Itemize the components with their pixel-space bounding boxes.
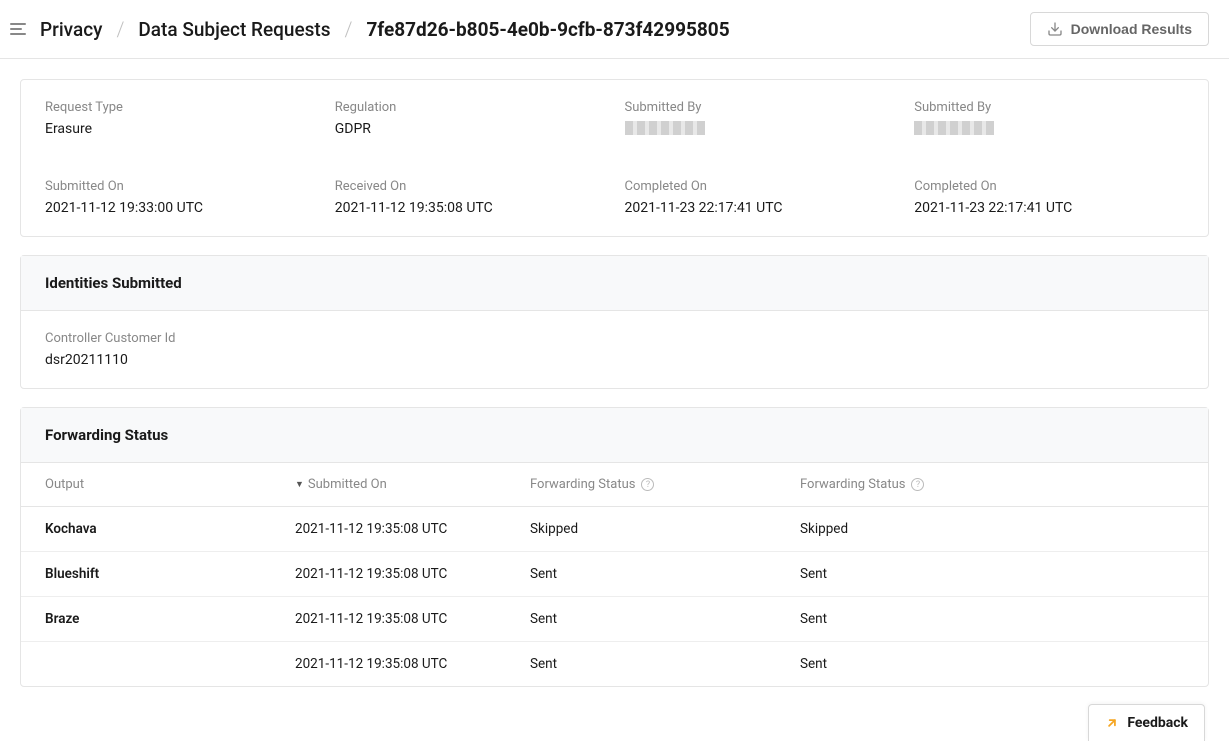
cell-status-1: Sent — [530, 611, 800, 627]
field-label: Submitted On — [45, 179, 315, 194]
cell-submitted-on: 2021-11-12 19:35:08 UTC — [295, 656, 530, 672]
download-label: Download Results — [1071, 21, 1192, 37]
field-label: Request Type — [45, 100, 315, 115]
field-value: dsr20211110 — [45, 352, 1184, 368]
detail-grid: Request Type Erasure Regulation GDPR Sub… — [45, 100, 1184, 216]
download-results-button[interactable]: Download Results — [1030, 12, 1209, 46]
th-forwarding-status-1[interactable]: Forwarding Status ? — [530, 477, 800, 492]
forwarding-panel: Forwarding Status Output ▼ Submitted On … — [20, 407, 1209, 687]
cell-status-1: Sent — [530, 656, 800, 672]
forwarding-header: Forwarding Status — [21, 408, 1208, 463]
field-value: Erasure — [45, 121, 315, 137]
table-row: Blueshift2021-11-12 19:35:08 UTCSentSent — [21, 552, 1208, 597]
field-value: 2021-11-12 19:35:08 UTC — [335, 200, 605, 216]
field-request-type: Request Type Erasure — [45, 100, 315, 139]
cell-output: Blueshift — [45, 566, 295, 582]
table-row: Braze2021-11-12 19:35:08 UTCSentSent — [21, 597, 1208, 642]
field-received-on: Received On 2021-11-12 19:35:08 UTC — [335, 179, 605, 216]
breadcrumb-current: 7fe87d26-b805-4e0b-9cfb-873f42995805 — [366, 18, 729, 41]
help-icon[interactable]: ? — [911, 478, 924, 491]
feedback-button[interactable]: Feedback — [1088, 704, 1205, 741]
download-icon — [1047, 21, 1063, 37]
cell-status-1: Skipped — [530, 521, 800, 537]
forwarding-table-header: Output ▼ Submitted On Forwarding Status … — [21, 463, 1208, 507]
identities-panel: Identities Submitted Controller Customer… — [20, 255, 1209, 389]
field-label: Completed On — [914, 179, 1184, 194]
field-completed-on-2: Completed On 2021-11-23 22:17:41 UTC — [914, 179, 1184, 216]
sort-desc-icon: ▼ — [295, 479, 304, 490]
field-label: Submitted By — [914, 100, 1184, 115]
field-value: 2021-11-23 22:17:41 UTC — [914, 200, 1184, 216]
breadcrumb-separator: / — [116, 17, 124, 41]
cell-submitted-on: 2021-11-12 19:35:08 UTC — [295, 521, 530, 537]
field-label: Controller Customer Id — [45, 331, 1184, 346]
cell-status-2: Sent — [800, 611, 1184, 627]
breadcrumb-separator: / — [345, 17, 353, 41]
breadcrumb-privacy[interactable]: Privacy — [40, 18, 102, 41]
identities-header: Identities Submitted — [21, 256, 1208, 311]
field-label: Received On — [335, 179, 605, 194]
feedback-arrow-icon — [1105, 716, 1119, 730]
cell-status-1: Sent — [530, 566, 800, 582]
field-value: 2021-11-12 19:33:00 UTC — [45, 200, 315, 216]
th-forwarding-status-2[interactable]: Forwarding Status ? — [800, 477, 1184, 492]
cell-status-2: Sent — [800, 656, 1184, 672]
field-label: Regulation — [335, 100, 605, 115]
cell-output: Kochava — [45, 521, 295, 537]
header-left: Privacy / Data Subject Requests / 7fe87d… — [8, 17, 730, 41]
field-value-redacted — [914, 121, 1184, 139]
cell-status-2: Sent — [800, 566, 1184, 582]
field-label: Completed On — [625, 179, 895, 194]
field-value: 2021-11-23 22:17:41 UTC — [625, 200, 895, 216]
th-label: Forwarding Status — [530, 477, 635, 492]
table-row: 2021-11-12 19:35:08 UTCSentSent — [21, 642, 1208, 686]
field-submitted-by-1: Submitted By — [625, 100, 895, 139]
field-submitted-on: Submitted On 2021-11-12 19:33:00 UTC — [45, 179, 315, 216]
breadcrumb-dsr[interactable]: Data Subject Requests — [138, 18, 330, 41]
table-row: Kochava2021-11-12 19:35:08 UTCSkippedSki… — [21, 507, 1208, 552]
cell-submitted-on: 2021-11-12 19:35:08 UTC — [295, 611, 530, 627]
cell-submitted-on: 2021-11-12 19:35:08 UTC — [295, 566, 530, 582]
menu-icon[interactable] — [8, 19, 28, 39]
field-value-redacted — [625, 121, 895, 139]
help-icon[interactable]: ? — [641, 478, 654, 491]
field-label: Submitted By — [625, 100, 895, 115]
th-label: Forwarding Status — [800, 477, 905, 492]
details-panel: Request Type Erasure Regulation GDPR Sub… — [20, 79, 1209, 237]
field-completed-on-1: Completed On 2021-11-23 22:17:41 UTC — [625, 179, 895, 216]
field-regulation: Regulation GDPR — [335, 100, 605, 139]
field-controller-id: Controller Customer Id dsr20211110 — [45, 331, 1184, 368]
forwarding-table-body: Kochava2021-11-12 19:35:08 UTCSkippedSki… — [21, 507, 1208, 686]
breadcrumb: Privacy / Data Subject Requests / 7fe87d… — [40, 17, 730, 41]
field-submitted-by-2: Submitted By — [914, 100, 1184, 139]
th-label: Submitted On — [308, 477, 387, 492]
cell-output: Braze — [45, 611, 295, 627]
page-header: Privacy / Data Subject Requests / 7fe87d… — [0, 0, 1229, 59]
feedback-label: Feedback — [1127, 715, 1188, 731]
th-submitted-on[interactable]: ▼ Submitted On — [295, 477, 530, 492]
content: Request Type Erasure Regulation GDPR Sub… — [0, 59, 1229, 725]
cell-output — [45, 656, 295, 672]
th-output[interactable]: Output — [45, 477, 295, 492]
field-value: GDPR — [335, 121, 605, 137]
cell-status-2: Skipped — [800, 521, 1184, 537]
